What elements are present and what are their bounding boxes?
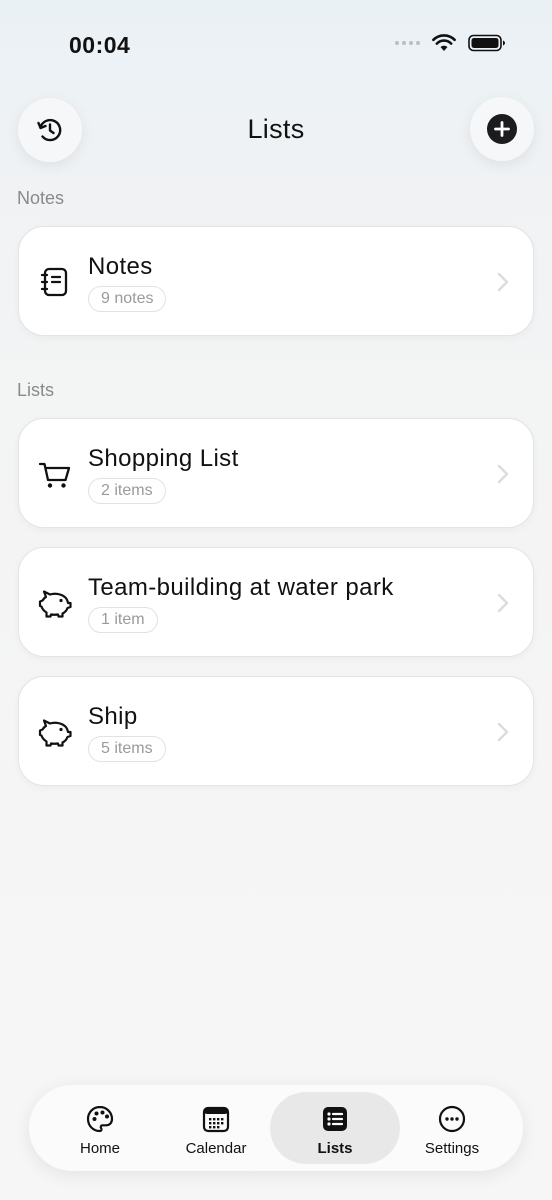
list-item-title: Team-building at water park — [88, 574, 394, 601]
list-icon — [323, 1107, 347, 1131]
list-item-count-badge: 5 items — [88, 736, 166, 762]
tab-lists[interactable]: Lists — [270, 1092, 400, 1164]
notes-count-badge: 9 notes — [88, 286, 167, 312]
chevron-right-icon — [497, 272, 509, 292]
palette-icon — [86, 1105, 114, 1133]
list-item-count-badge: 1 item — [88, 607, 158, 633]
status-icons — [395, 34, 506, 52]
notes-card[interactable]: Notes 9 notes — [18, 226, 534, 336]
status-bar: 00:04 — [0, 0, 552, 90]
add-list-button[interactable] — [470, 97, 534, 161]
piggy-bank-icon — [38, 590, 72, 618]
battery-icon — [468, 34, 505, 52]
tab-settings[interactable]: Settings — [387, 1092, 517, 1164]
tab-calendar[interactable]: Calendar — [151, 1092, 281, 1164]
piggy-bank-icon — [38, 719, 72, 747]
notes-title: Notes — [88, 253, 153, 280]
calendar-icon — [202, 1106, 230, 1133]
tab-label: Calendar — [185, 1140, 247, 1157]
list-item-shopping-list[interactable]: Shopping List 2 items — [18, 418, 534, 528]
list-item-ship[interactable]: Ship 5 items — [18, 676, 534, 786]
wifi-icon — [432, 34, 456, 51]
chevron-right-icon — [497, 593, 509, 613]
section-label-notes: Notes — [17, 188, 65, 208]
status-time: 00:04 — [69, 32, 131, 58]
chevron-right-icon — [497, 722, 509, 742]
list-item-team-building[interactable]: Team-building at water park 1 item — [18, 547, 534, 657]
list-item-title: Ship — [88, 703, 138, 730]
tab-label: Lists — [317, 1140, 353, 1157]
section-label-lists: Lists — [17, 380, 55, 400]
tab-label: Home — [79, 1140, 120, 1157]
tab-label: Settings — [424, 1140, 480, 1157]
more-icon — [438, 1105, 466, 1133]
list-item-count-badge: 2 items — [88, 478, 166, 504]
cellular-signal-icon — [395, 41, 420, 45]
notebook-icon — [40, 267, 68, 297]
list-item-title: Shopping List — [88, 445, 239, 472]
shopping-cart-icon — [38, 462, 71, 488]
bottom-tab-bar: Home Calendar Lists Settings — [29, 1085, 523, 1171]
plus-circle-icon — [487, 114, 517, 144]
chevron-right-icon — [497, 464, 509, 484]
tab-home[interactable]: Home — [35, 1092, 165, 1164]
